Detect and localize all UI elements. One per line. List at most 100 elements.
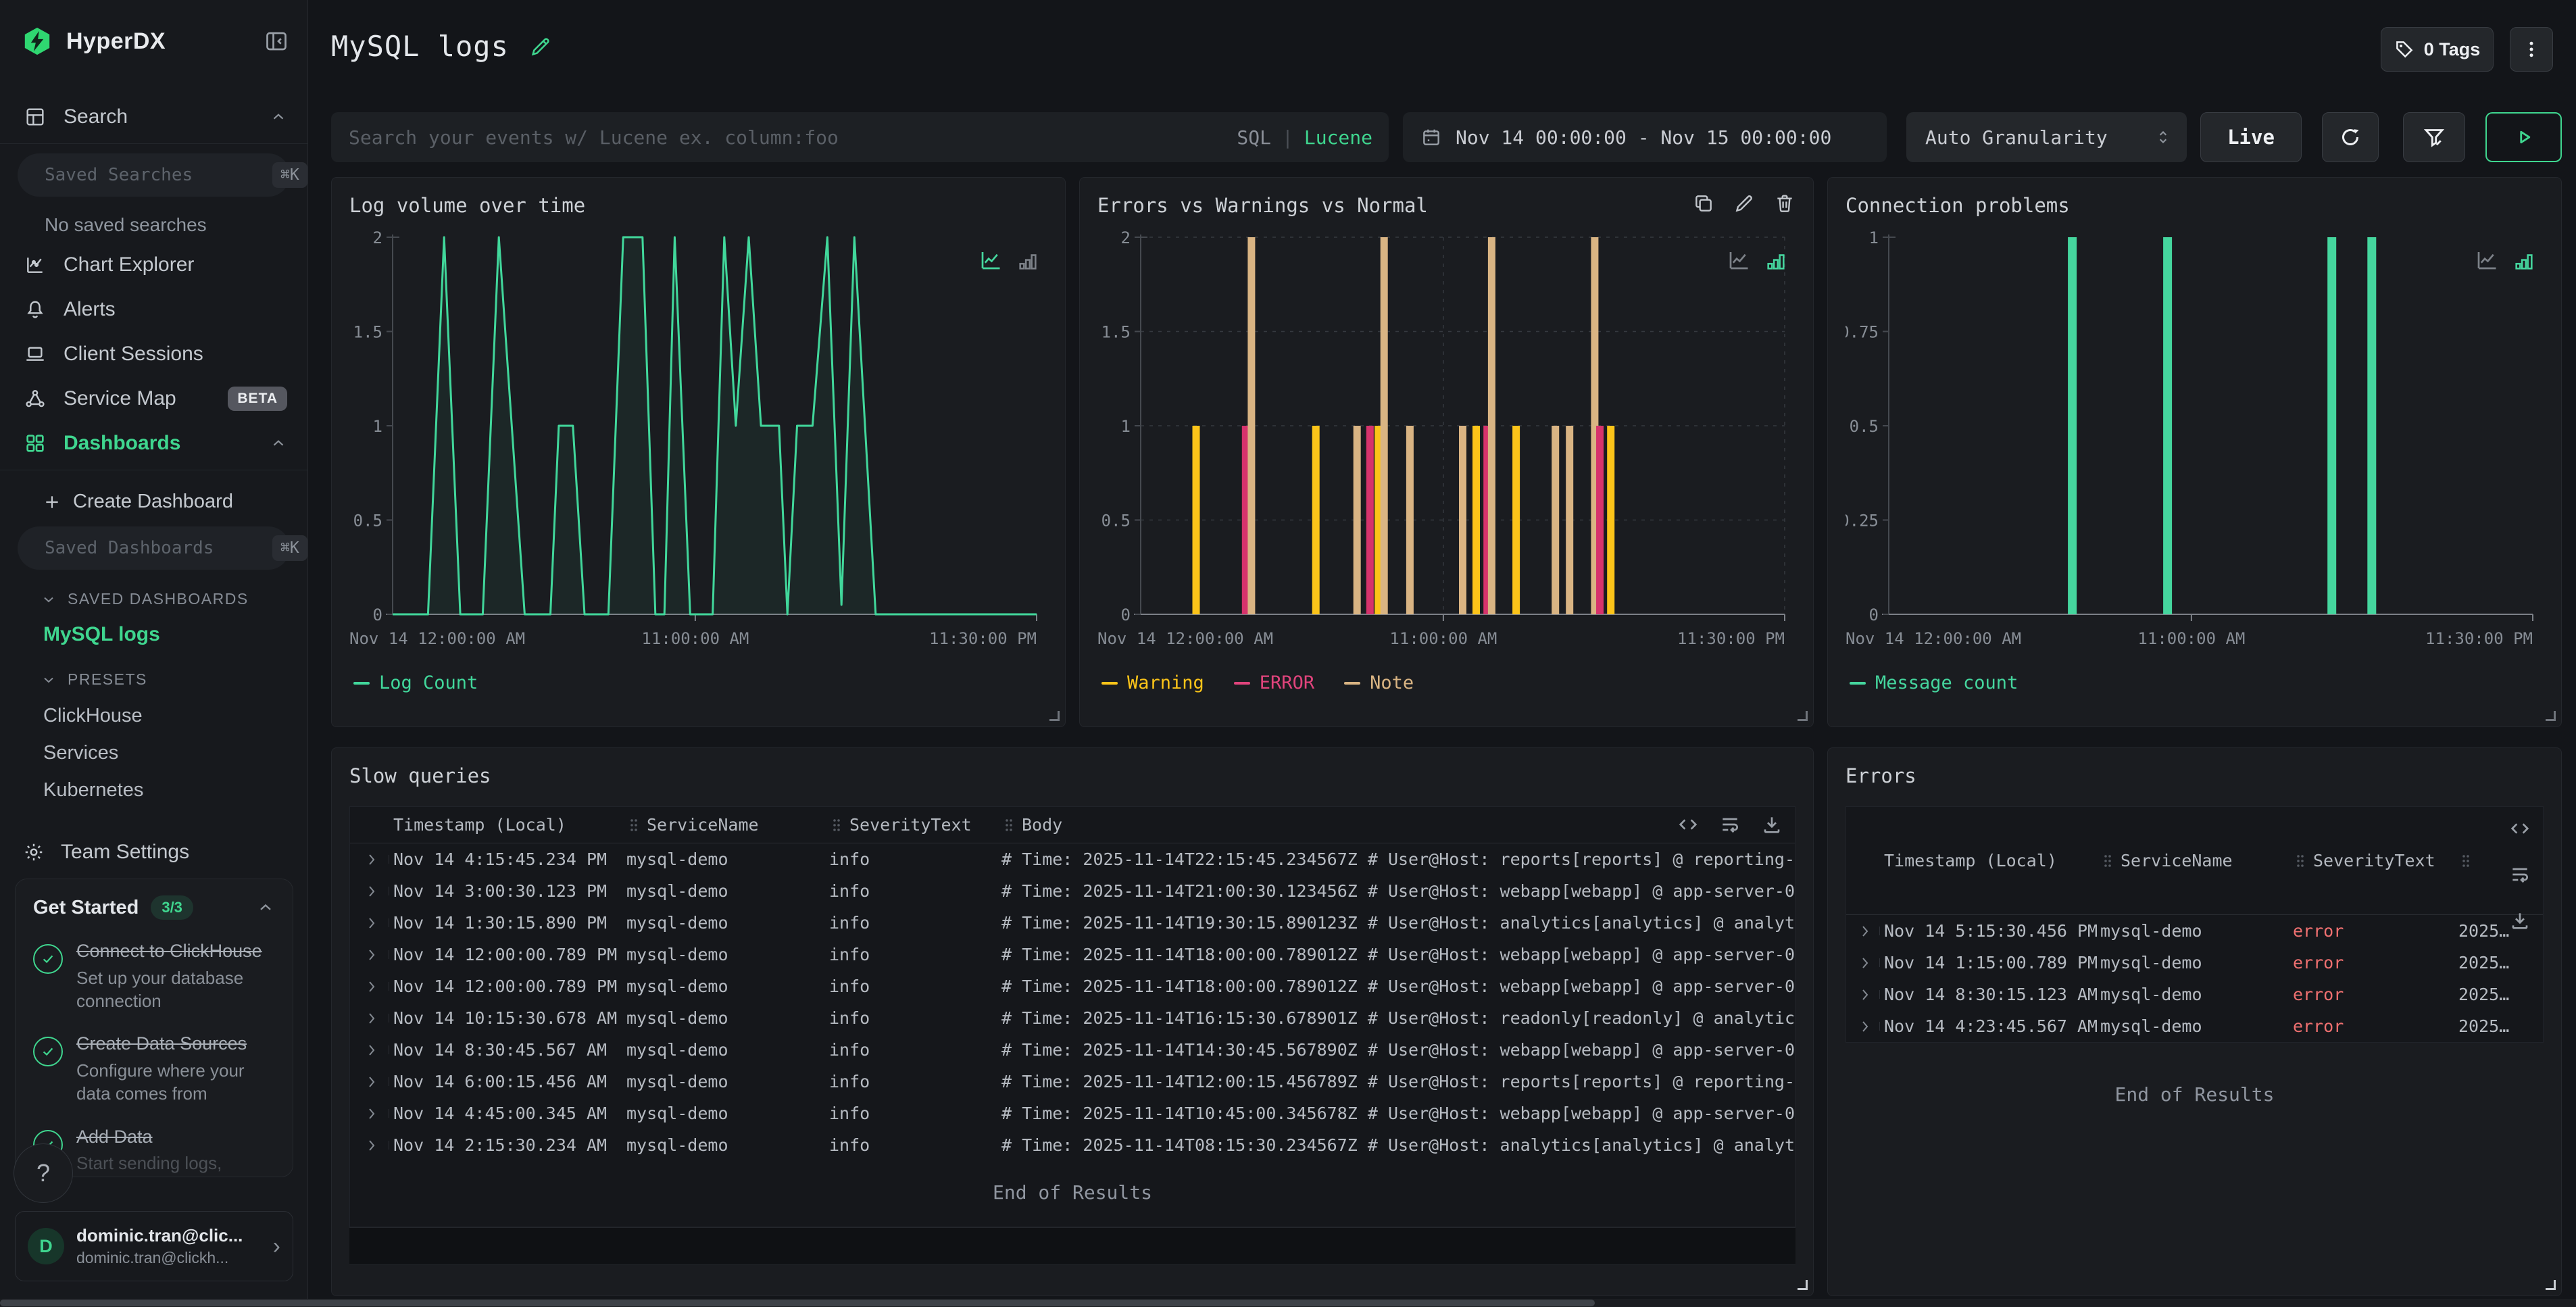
row-expander[interactable] — [350, 1010, 393, 1027]
download-icon[interactable] — [2509, 910, 2531, 931]
expand-row-icon[interactable] — [364, 915, 380, 931]
expand-row-icon[interactable] — [1857, 987, 1873, 1003]
sidebar-item-service-map[interactable]: Service Map BETA — [0, 376, 307, 421]
row-expander[interactable] — [350, 1137, 393, 1154]
column-drag-handle-icon[interactable] — [2293, 853, 2308, 869]
row-expander[interactable] — [350, 852, 393, 868]
legend-item[interactable]: Warning — [1101, 672, 1204, 693]
table-row[interactable]: Nov 14 4:45:00.345 AMmysql-demoinfo# Tim… — [350, 1098, 1795, 1129]
table-row[interactable]: Nov 14 12:00:00.789 PMmysql-demoinfo# Ti… — [350, 939, 1795, 970]
expand-row-icon[interactable] — [364, 1010, 380, 1027]
user-menu[interactable]: D dominic.tran@clic... dominic.tran@clic… — [15, 1211, 293, 1281]
duplicate-panel-icon[interactable] — [1693, 193, 1714, 214]
help-button[interactable]: ? — [14, 1143, 73, 1203]
column-header[interactable]: Body — [1001, 815, 1795, 835]
table-row[interactable]: Nov 14 1:15:00.789 PMmysql-demoerror2025… — [1846, 947, 2543, 979]
run-query-button[interactable] — [2485, 112, 2562, 162]
presets-section[interactable]: PRESETS — [0, 650, 307, 693]
bar-chart-toggle-icon[interactable] — [1764, 249, 1787, 272]
column-drag-handle-icon[interactable] — [1001, 817, 1016, 833]
row-expander[interactable] — [1846, 955, 1884, 971]
get-started-item-connect[interactable]: Connect to ClickHouse Set up your databa… — [33, 940, 275, 1012]
code-view-icon[interactable] — [1677, 814, 1699, 835]
column-header[interactable]: Timestamp (Local) — [1884, 851, 2100, 870]
download-icon[interactable] — [1761, 814, 1783, 835]
expand-row-icon[interactable] — [364, 852, 380, 868]
edit-title-icon[interactable] — [529, 35, 552, 58]
table-row[interactable]: Nov 14 8:30:15.123 AMmysql-demoerror2025… — [1846, 979, 2543, 1010]
resize-grip[interactable] — [2546, 711, 2556, 721]
saved-dashboards-input[interactable] — [45, 538, 272, 558]
preset-kubernetes[interactable]: Kubernetes — [0, 767, 307, 804]
tags-button[interactable]: 0 Tags — [2381, 27, 2494, 72]
table-row[interactable]: Nov 14 6:00:15.456 AMmysql-demoinfo# Tim… — [350, 1066, 1795, 1098]
sidebar-item-search[interactable]: Search — [0, 95, 307, 139]
column-drag-handle-icon[interactable] — [626, 817, 641, 833]
row-expander[interactable] — [350, 1042, 393, 1058]
bar-chart-toggle-icon[interactable] — [1016, 249, 1039, 272]
panel-menu-button[interactable] — [2510, 27, 2553, 72]
sql-toggle[interactable]: SQL — [1237, 126, 1271, 149]
table-scroll-strip[interactable] — [349, 1227, 1795, 1265]
column-drag-handle-icon[interactable] — [2100, 853, 2115, 869]
table-row[interactable]: Nov 14 4:23:45.567 AMmysql-demoerror2025… — [1846, 1010, 2543, 1042]
expand-row-icon[interactable] — [1857, 955, 1873, 971]
horizontal-scrollbar[interactable] — [0, 1299, 2576, 1307]
dashboard-link-mysql-logs[interactable]: MySQL logs — [0, 612, 307, 650]
saved-searches-search[interactable]: ⌘K — [18, 153, 290, 197]
delete-panel-icon[interactable] — [1774, 193, 1795, 214]
row-expander[interactable] — [1846, 987, 1884, 1003]
scrollbar-thumb[interactable] — [0, 1300, 1595, 1306]
sidebar-item-team-settings[interactable]: Team Settings — [0, 804, 307, 864]
expand-row-icon[interactable] — [1857, 923, 1873, 939]
saved-dashboards-section[interactable]: SAVED DASHBOARDS — [0, 570, 307, 612]
resize-grip[interactable] — [1798, 711, 1808, 721]
saved-searches-input[interactable] — [45, 165, 272, 185]
row-expander[interactable] — [350, 883, 393, 899]
table-row[interactable]: Nov 14 2:15:30.234 AMmysql-demoinfo# Tim… — [350, 1129, 1795, 1161]
expand-row-icon[interactable] — [364, 1106, 380, 1122]
expand-row-icon[interactable] — [1857, 1018, 1873, 1035]
time-range-picker[interactable]: Nov 14 00:00:00 - Nov 15 00:00:00 — [1403, 112, 1887, 162]
legend-item[interactable]: Log Count — [353, 672, 478, 693]
code-view-icon[interactable] — [2509, 818, 2531, 839]
preset-services[interactable]: Services — [0, 730, 307, 767]
table-row[interactable]: Nov 14 5:15:30.456 PMmysql-demoerror2025… — [1846, 915, 2543, 947]
wrap-lines-icon[interactable] — [1719, 814, 1741, 835]
row-expander[interactable] — [350, 947, 393, 963]
saved-dashboards-search[interactable]: ⌘K — [18, 526, 290, 570]
column-header[interactable]: ServiceName — [626, 815, 829, 835]
expand-row-icon[interactable] — [364, 883, 380, 899]
expand-row-icon[interactable] — [364, 979, 380, 995]
row-expander[interactable] — [1846, 923, 1884, 939]
legend-item[interactable]: Message count — [1850, 672, 2018, 693]
collapse-sidebar-icon[interactable] — [264, 29, 289, 53]
row-expander[interactable] — [350, 1106, 393, 1122]
expand-row-icon[interactable] — [364, 1042, 380, 1058]
granularity-select[interactable]: Auto Granularity — [1906, 112, 2187, 162]
live-button[interactable]: Live — [2200, 112, 2302, 162]
row-expander[interactable] — [350, 979, 393, 995]
table-row[interactable]: Nov 14 1:30:15.890 PMmysql-demoinfo# Tim… — [350, 907, 1795, 939]
legend-item[interactable]: Note — [1344, 672, 1414, 693]
row-expander[interactable] — [350, 1074, 393, 1090]
row-expander[interactable] — [1846, 1018, 1884, 1035]
table-row[interactable]: Nov 14 3:00:30.123 PMmysql-demoinfo# Tim… — [350, 875, 1795, 907]
line-chart-toggle-icon[interactable] — [2475, 248, 2499, 272]
event-search-input[interactable] — [331, 112, 1389, 162]
legend-item[interactable]: ERROR — [1234, 672, 1314, 693]
table-row[interactable]: Nov 14 12:00:00.789 PMmysql-demoinfo# Ti… — [350, 970, 1795, 1002]
sidebar-item-alerts[interactable]: Alerts — [0, 287, 307, 332]
sidebar-item-client-sessions[interactable]: Client Sessions — [0, 332, 307, 376]
table-row[interactable]: Nov 14 10:15:30.678 AMmysql-demoinfo# Ti… — [350, 1002, 1795, 1034]
expand-row-icon[interactable] — [364, 1074, 380, 1090]
column-header[interactable]: SeverityText — [829, 815, 1001, 835]
column-drag-handle-icon[interactable] — [829, 817, 844, 833]
resize-grip[interactable] — [2546, 1280, 2556, 1290]
lucene-toggle[interactable]: Lucene — [1304, 126, 1372, 149]
filter-button[interactable] — [2403, 112, 2465, 162]
resize-grip[interactable] — [1049, 711, 1060, 721]
create-dashboard-button[interactable]: Create Dashboard — [0, 474, 307, 517]
table-row[interactable]: Nov 14 8:30:45.567 AMmysql-demoinfo# Tim… — [350, 1034, 1795, 1066]
row-expander[interactable] — [350, 915, 393, 931]
